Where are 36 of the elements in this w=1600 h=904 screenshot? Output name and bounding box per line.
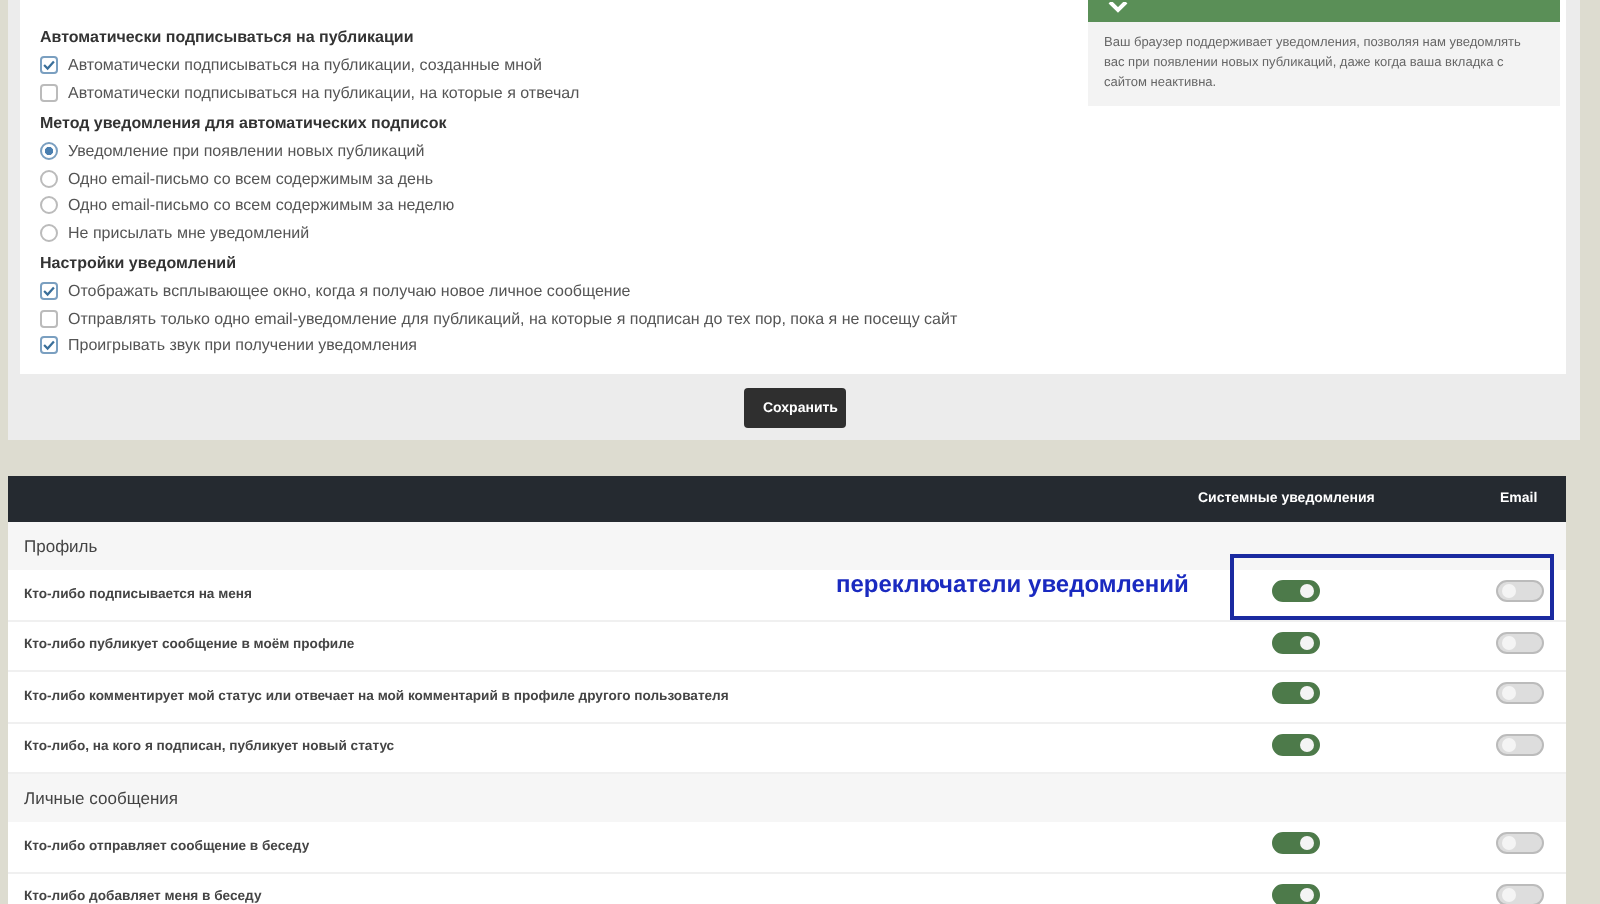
- checkbox[interactable]: [40, 282, 58, 301]
- option-label: Одно email-письмо со всем содержимым за день: [68, 169, 434, 188]
- option-label: Автоматически подписываться на публикации, созданные мной: [68, 56, 542, 75]
- section-heading: Метод уведомления для автоматических подписок: [40, 114, 449, 132]
- toggle-switch[interactable]: [1272, 631, 1320, 654]
- toggle-switch[interactable]: [1496, 883, 1544, 904]
- option-label: Автоматически подписываться на публикации, на которые я отвечал: [68, 83, 580, 102]
- checkbox[interactable]: [40, 56, 58, 75]
- toggle-switch[interactable]: [1496, 733, 1544, 756]
- section-heading: Автоматически подписываться на публикации: [40, 28, 416, 46]
- option-label: Проигрывать звук при получении уведомления: [68, 336, 418, 355]
- toggle-switch[interactable]: [1272, 883, 1320, 904]
- checkbox[interactable]: [40, 309, 58, 328]
- option-label: Одно email-письмо со всем содержимым за неделю: [68, 196, 455, 215]
- checkbox[interactable]: [40, 83, 58, 102]
- radio-button[interactable]: [40, 223, 58, 242]
- toggle-switch[interactable]: [1272, 733, 1320, 756]
- option-label: Уведомление при появлении новых публикаций: [68, 142, 425, 161]
- annotation-label: переключатели уведомлений: [836, 570, 1189, 598]
- radio-button[interactable]: [40, 169, 58, 188]
- option-label: Отправлять только одно email-уведомление для публикаций, на которые я подписан до тех пор, пока я не посещу сайт: [68, 309, 958, 328]
- toggle-switch[interactable]: [1496, 631, 1544, 654]
- toggle-switch[interactable]: [1272, 580, 1320, 603]
- option-label: Не присылать мне уведомлений: [68, 223, 310, 242]
- radio-button[interactable]: [40, 142, 58, 161]
- toggle-switch[interactable]: [1496, 832, 1544, 855]
- section-title: Личные сообщения: [24, 788, 178, 808]
- radio-button[interactable]: [40, 196, 58, 215]
- section-heading: Настройки уведомлений: [40, 254, 239, 272]
- toggle-switch[interactable]: [1496, 580, 1544, 603]
- toggle-switch[interactable]: [1272, 682, 1320, 705]
- section-title: Профиль: [24, 536, 98, 556]
- toggle-switch[interactable]: [1272, 832, 1320, 855]
- checkbox[interactable]: [40, 336, 58, 355]
- toggle-switch[interactable]: [1496, 682, 1544, 705]
- option-label: Отображать всплывающее окно, когда я получаю новое личное сообщение: [68, 282, 631, 301]
